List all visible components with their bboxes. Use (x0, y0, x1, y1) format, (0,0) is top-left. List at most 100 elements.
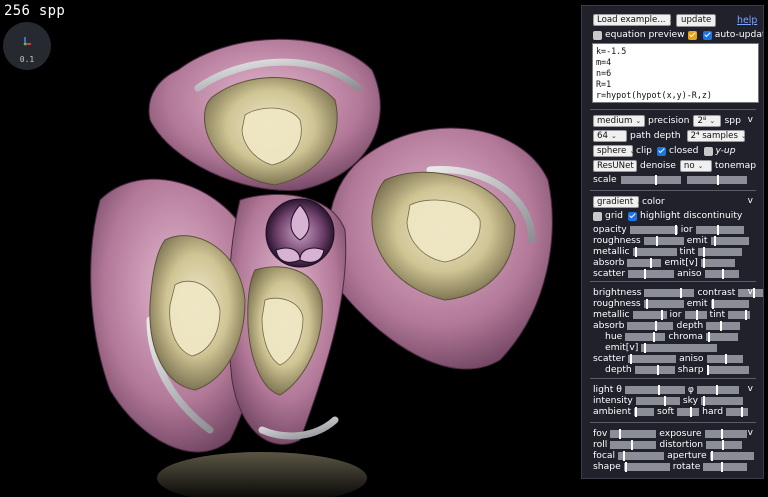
grading-chroma-slider[interactable] (705, 332, 738, 342)
auto-update-checkbox[interactable] (702, 30, 712, 40)
denoiser-select[interactable]: ResUNet ⌄ (593, 160, 643, 172)
material-opacity-slider[interactable] (629, 225, 678, 235)
lighting-sky-slider[interactable] (701, 396, 744, 406)
slider-thumb[interactable] (644, 269, 647, 279)
material-tint-slider[interactable] (698, 247, 743, 257)
slider-thumb[interactable] (653, 332, 656, 342)
lighting-light_theta-slider[interactable] (624, 385, 685, 395)
lighting-collapse-toggle[interactable]: v (748, 384, 753, 394)
slider-thumb[interactable] (634, 247, 637, 257)
slider-thumb[interactable] (624, 462, 627, 472)
scale-slider-a[interactable] (620, 175, 681, 185)
material-aniso-slider[interactable] (704, 269, 739, 279)
slider-thumb[interactable] (712, 299, 715, 309)
lighting-soft-slider[interactable] (677, 407, 700, 417)
grading-depth-slider[interactable] (706, 321, 741, 331)
help-link[interactable]: help (737, 15, 757, 26)
precision-select[interactable]: 2⁸ ⌄ (693, 115, 722, 127)
lighting-phi-slider[interactable] (696, 385, 739, 395)
slider-thumb[interactable] (655, 236, 658, 246)
slider-thumb[interactable] (719, 321, 722, 331)
camera-distortion-slider[interactable] (706, 440, 743, 450)
slider-thumb[interactable] (721, 462, 724, 472)
slider-thumb[interactable] (622, 451, 625, 461)
slider-thumb[interactable] (741, 407, 744, 417)
material-roughness-slider[interactable] (643, 236, 684, 246)
bound-shape-select[interactable]: sphere ⌄ (593, 145, 635, 157)
slider-thumb[interactable] (715, 385, 718, 395)
slider-thumb[interactable] (717, 225, 720, 235)
slider-thumb[interactable] (619, 429, 622, 439)
grading-aniso-slider[interactable] (706, 354, 743, 364)
slider-thumb[interactable] (702, 247, 705, 257)
grading-hue-slider[interactable] (625, 332, 666, 342)
material-emit_v-slider[interactable] (700, 258, 735, 268)
camera-rotate-slider[interactable] (703, 462, 748, 472)
camera-exposure-slider[interactable] (704, 429, 747, 439)
material-metallic-slider[interactable] (632, 247, 677, 257)
slider-thumb[interactable] (714, 236, 717, 246)
slider-thumb[interactable] (695, 310, 698, 320)
camera-aperture-slider[interactable] (709, 451, 754, 461)
slider-thumb[interactable] (753, 288, 756, 298)
slider-thumb[interactable] (721, 269, 724, 279)
quality-select[interactable]: medium ⌄ (593, 115, 645, 127)
path-depth-select[interactable]: 64 ⌄ (593, 130, 627, 142)
grading-scatter-slider[interactable] (628, 354, 677, 364)
slider-thumb[interactable] (657, 385, 660, 395)
slider-thumb[interactable] (655, 175, 658, 185)
samples-select[interactable]: 2⁴ samples ⌄ (686, 130, 747, 142)
grading-sharp-slider[interactable] (706, 365, 749, 375)
y-up-checkbox[interactable] (703, 146, 713, 156)
slider-thumb[interactable] (703, 396, 706, 406)
material-scatter-slider[interactable] (628, 269, 675, 279)
slider-thumb[interactable] (629, 354, 632, 364)
slider-thumb[interactable] (661, 310, 664, 320)
grid-checkbox[interactable] (593, 211, 602, 221)
slider-thumb[interactable] (655, 321, 658, 331)
lighting-hard-slider[interactable] (726, 407, 749, 417)
grading-collapse-toggle[interactable]: v (748, 287, 753, 297)
slider-thumb[interactable] (690, 407, 693, 417)
closed-checkbox[interactable] (657, 146, 666, 156)
slider-thumb[interactable] (635, 407, 638, 417)
color-mode-select[interactable]: gradient ⌄ (593, 196, 642, 208)
highlight-discontinuity-checkbox[interactable] (628, 211, 637, 221)
grading-roughness-slider[interactable] (643, 299, 684, 309)
slider-thumb[interactable] (707, 332, 710, 342)
slider-thumb[interactable] (721, 429, 724, 439)
equation-preview-toggle-box[interactable] (593, 30, 602, 40)
scale-slider-b[interactable] (686, 175, 747, 185)
grading-ior-slider[interactable] (684, 310, 707, 320)
slider-thumb[interactable] (707, 365, 710, 375)
slider-thumb[interactable] (724, 354, 727, 364)
grading-depth2-slider[interactable] (634, 365, 675, 375)
grading-absorb-slider[interactable] (627, 321, 674, 331)
grading-emit-slider[interactable] (710, 299, 749, 309)
material-absorb-slider[interactable] (627, 258, 662, 268)
grading-brightness-slider[interactable] (644, 288, 695, 298)
slider-thumb[interactable] (631, 440, 633, 450)
grading-emit_v-slider[interactable] (641, 343, 718, 353)
grading-metallic-slider[interactable] (632, 310, 667, 320)
slider-thumb[interactable] (649, 258, 652, 268)
material-collapse-toggle[interactable]: v (748, 196, 753, 206)
slider-thumb[interactable] (645, 299, 648, 309)
slider-thumb[interactable] (656, 365, 659, 375)
material-emit-slider[interactable] (710, 236, 749, 246)
material-ior-slider[interactable] (695, 225, 744, 235)
slider-thumb[interactable] (710, 451, 713, 461)
camera-shape-slider[interactable] (623, 462, 670, 472)
render-collapse-toggle[interactable]: v (748, 115, 753, 125)
slider-thumb[interactable] (716, 175, 719, 185)
axis-gizmo[interactable]: 0.1 (3, 22, 51, 70)
slider-thumb[interactable] (675, 225, 678, 235)
load-example-select[interactable]: Load example... ⌄ (593, 14, 674, 26)
slider-thumb[interactable] (680, 288, 683, 298)
equation-editor[interactable]: k=-1.5 m=4 n=6 R=1 r=hypot(hypot(x,y)-R,… (592, 43, 759, 103)
render-viewport[interactable]: 256 spp 0.1 (0, 0, 580, 497)
grading-tint-slider[interactable] (728, 310, 751, 320)
camera-collapse-toggle[interactable]: v (748, 428, 753, 438)
camera-focal-slider[interactable] (618, 451, 665, 461)
camera-roll-slider[interactable] (610, 440, 657, 450)
